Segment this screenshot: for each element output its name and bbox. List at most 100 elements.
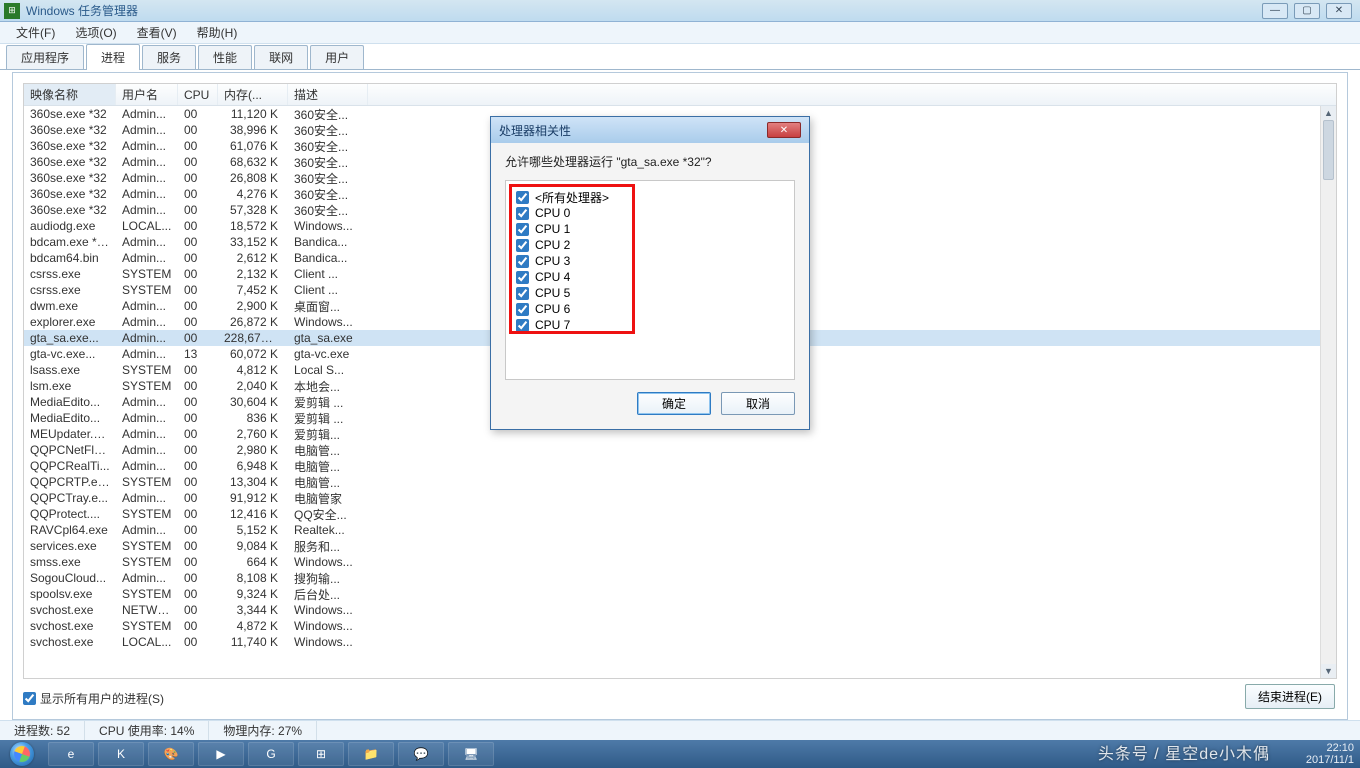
cell: Admin... [116, 347, 178, 361]
cpu-checkbox-input[interactable] [516, 239, 529, 252]
scroll-down-icon[interactable]: ▼ [1321, 664, 1336, 678]
cell: 9,084 K [218, 539, 288, 553]
cell: bdcam.exe *32 [24, 235, 116, 249]
cell: 00 [178, 443, 218, 457]
show-all-users-checkbox[interactable]: 显示所有用户的进程(S) [23, 690, 164, 707]
taskbar-icon[interactable]: ⊞ [298, 742, 344, 766]
cell: 30,604 K [218, 395, 288, 409]
cell: SYSTEM [116, 475, 178, 489]
cell: 360se.exe *32 [24, 123, 116, 137]
menu-item[interactable]: 查看(V) [127, 22, 187, 43]
table-row[interactable]: svchost.exeLOCAL...0011,740 KWindows... [24, 634, 1320, 650]
cpu-label: CPU 0 [535, 206, 570, 220]
cpu-checkbox[interactable]: CPU 6 [516, 301, 784, 317]
tab-进程[interactable]: 进程 [86, 44, 140, 70]
column-header[interactable]: 内存(... [218, 84, 288, 105]
cpu-checkbox-input[interactable] [516, 255, 529, 268]
cell: 2,612 K [218, 251, 288, 265]
cpu-checkbox[interactable]: CPU 1 [516, 221, 784, 237]
system-tray[interactable]: 22:10 2017/11/1 [1306, 742, 1360, 766]
table-row[interactable]: RAVCpl64.exeAdmin...005,152 KRealtek... [24, 522, 1320, 538]
cpu-checkbox-input[interactable] [516, 191, 529, 204]
cell: 00 [178, 475, 218, 489]
column-header[interactable]: 描述 [288, 84, 368, 105]
taskbar-icon[interactable]: 📁 [348, 742, 394, 766]
minimize-button[interactable]: — [1262, 3, 1288, 19]
vertical-scrollbar[interactable]: ▲ ▼ [1320, 106, 1336, 678]
column-header[interactable]: 用户名 [116, 84, 178, 105]
column-header[interactable]: CPU [178, 84, 218, 105]
cell: 00 [178, 219, 218, 233]
cpu-checkbox-input[interactable] [516, 271, 529, 284]
start-button[interactable] [0, 740, 44, 768]
taskbar-icon[interactable]: e [48, 742, 94, 766]
taskbar-icon[interactable]: K [98, 742, 144, 766]
taskbar-icon[interactable]: 💬 [398, 742, 444, 766]
end-process-button[interactable]: 结束进程(E) [1245, 684, 1335, 709]
scroll-thumb[interactable] [1323, 120, 1334, 180]
cpu-checkbox[interactable]: CPU 4 [516, 269, 784, 285]
menu-item[interactable]: 文件(F) [6, 22, 65, 43]
table-row[interactable]: SogouCloud...Admin...008,108 K搜狗输... [24, 570, 1320, 586]
table-row[interactable]: services.exeSYSTEM009,084 K服务和... [24, 538, 1320, 554]
dialog-close-button[interactable]: ✕ [767, 122, 801, 138]
cpu-checkbox[interactable]: CPU 3 [516, 253, 784, 269]
ok-button[interactable]: 确定 [637, 392, 711, 415]
cpu-checkbox-input[interactable] [516, 287, 529, 300]
cell: gta-vc.exe... [24, 347, 116, 361]
menu-item[interactable]: 帮助(H) [187, 22, 248, 43]
cell: 00 [178, 283, 218, 297]
taskbar-icon[interactable]: 🖥 [448, 742, 494, 766]
cell: 00 [178, 187, 218, 201]
table-row[interactable]: svchost.exeSYSTEM004,872 KWindows... [24, 618, 1320, 634]
cell: Admin... [116, 395, 178, 409]
close-button[interactable]: ✕ [1326, 3, 1352, 19]
maximize-button[interactable]: ▢ [1294, 3, 1320, 19]
menubar: 文件(F)选项(O)查看(V)帮助(H) [0, 22, 1360, 44]
menu-item[interactable]: 选项(O) [65, 22, 126, 43]
table-row[interactable]: QQPCRTP.ex...SYSTEM0013,304 K电脑管... [24, 474, 1320, 490]
cpu-checkbox-input[interactable] [516, 223, 529, 236]
cell: spoolsv.exe [24, 587, 116, 601]
cpu-checkbox-input[interactable] [516, 319, 529, 332]
taskbar-icon[interactable]: ▶ [198, 742, 244, 766]
tab-应用程序[interactable]: 应用程序 [6, 45, 84, 69]
cell: 18,572 K [218, 219, 288, 233]
cell: gta_sa.exe [288, 331, 368, 345]
status-mem: 物理内存: 27% [209, 721, 317, 740]
cpu-checkbox[interactable]: CPU 0 [516, 205, 784, 221]
cpu-checkbox[interactable]: <所有处理器> [516, 189, 784, 205]
table-row[interactable]: spoolsv.exeSYSTEM009,324 K后台处... [24, 586, 1320, 602]
cell: QQProtect.... [24, 507, 116, 521]
cell: QQPCRealTi... [24, 459, 116, 473]
dialog-titlebar[interactable]: 处理器相关性 ✕ [491, 117, 809, 143]
taskbar-icon[interactable]: 🎨 [148, 742, 194, 766]
show-all-users-input[interactable] [23, 692, 36, 705]
column-header[interactable]: 映像名称 [24, 84, 116, 105]
scroll-up-icon[interactable]: ▲ [1321, 106, 1336, 120]
tab-服务[interactable]: 服务 [142, 45, 196, 69]
cancel-button[interactable]: 取消 [721, 392, 795, 415]
table-row[interactable]: svchost.exeNETWO...003,344 KWindows... [24, 602, 1320, 618]
cpu-checkbox[interactable]: CPU 7 [516, 317, 784, 333]
cell: 11,120 K [218, 107, 288, 121]
tab-用户[interactable]: 用户 [310, 45, 364, 69]
cpu-checkbox[interactable]: CPU 2 [516, 237, 784, 253]
cell: Admin... [116, 123, 178, 137]
cell: 12,416 K [218, 507, 288, 521]
cpu-checkbox[interactable]: CPU 5 [516, 285, 784, 301]
table-row[interactable]: QQPCNetFlo...Admin...002,980 K电脑管... [24, 442, 1320, 458]
cell: SYSTEM [116, 587, 178, 601]
table-row[interactable]: QQPCRealTi...Admin...006,948 K电脑管... [24, 458, 1320, 474]
table-row[interactable]: smss.exeSYSTEM00664 KWindows... [24, 554, 1320, 570]
cpu-checkbox-input[interactable] [516, 207, 529, 220]
cpu-checkbox-input[interactable] [516, 303, 529, 316]
cell: 91,912 K [218, 491, 288, 505]
tab-联网[interactable]: 联网 [254, 45, 308, 69]
table-row[interactable]: QQProtect....SYSTEM0012,416 KQQ安全... [24, 506, 1320, 522]
cell: QQPCTray.e... [24, 491, 116, 505]
tab-性能[interactable]: 性能 [198, 45, 252, 69]
table-row[interactable]: QQPCTray.e...Admin...0091,912 K电脑管家 [24, 490, 1320, 506]
taskbar-icon[interactable]: G [248, 742, 294, 766]
cell: Admin... [116, 315, 178, 329]
